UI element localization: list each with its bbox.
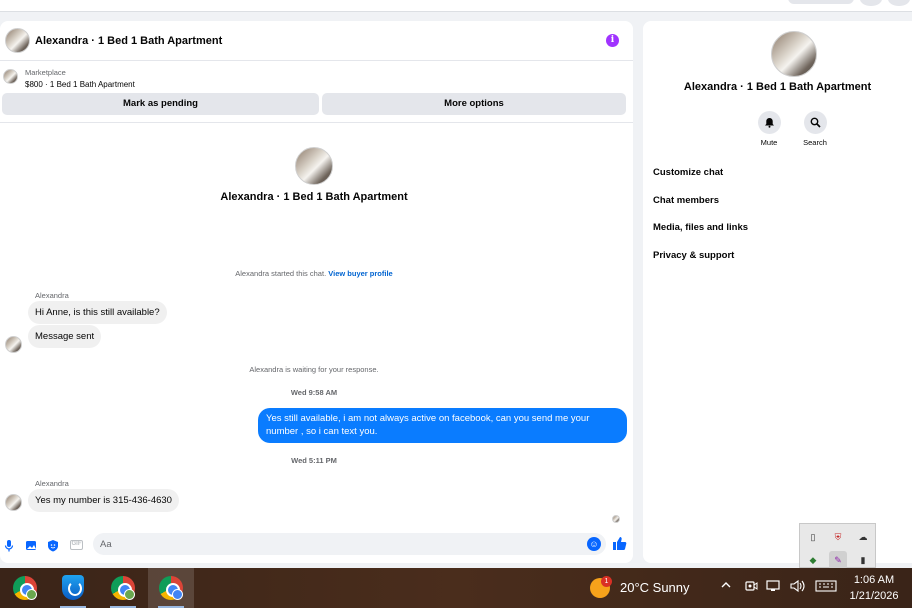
color-app-icon[interactable]: ◆ [804,551,822,569]
weather-text[interactable]: 20°C Sunny [620,580,690,595]
listing-description: $800 · 1 Bed 1 Bath Apartment [25,80,135,89]
outgoing-message[interactable]: Yes still available, i am not always act… [258,408,627,443]
top-circle-button[interactable] [888,0,910,6]
search-icon [803,111,827,134]
profile-avatar[interactable] [771,31,817,77]
emoji-icon[interactable]: ☺ [587,537,601,551]
intro-avatar [295,147,333,185]
chat-title[interactable]: Alexandra · 1 Bed 1 Bath Apartment [35,35,222,47]
chat-members-item[interactable]: Chat members [653,195,719,206]
incoming-message[interactable]: Message sent [28,325,102,348]
privacy-support-item[interactable]: Privacy & support [653,250,734,261]
photo-icon[interactable] [25,539,37,552]
microphone-icon[interactable] [3,539,15,552]
waiting-notice: Alexandra is waiting for your response. [249,365,379,374]
timestamp: Wed 9:58 AM [290,388,338,397]
taskbar-chrome[interactable] [2,568,48,608]
info-icon[interactable]: i [606,34,619,47]
message-input[interactable] [93,533,606,555]
browser-top-strip [0,0,912,12]
customize-chat-item[interactable]: Customize chat [653,167,723,178]
chevron-up-icon[interactable] [720,579,732,594]
divider [0,122,633,123]
listing-thumbnail [3,69,18,84]
chat-started-notice: Alexandra started this chat. View buyer … [0,269,628,278]
system-clock[interactable]: 1:06 AM 1/21/2026 [843,572,905,604]
chrome-icon [159,576,183,600]
cloud-off-icon[interactable]: ☁ [854,528,872,546]
mute-label: Mute [760,138,778,147]
seen-indicator-avatar [612,515,620,523]
sender-avatar[interactable] [5,494,22,511]
usb-icon[interactable]: ▯ [804,528,822,546]
volume-icon[interactable] [790,579,806,596]
clock-time: 1:06 AM [853,574,895,586]
media-files-links-item[interactable]: Media, files and links [653,222,748,233]
pen-icon[interactable]: ✎ [829,551,847,569]
system-tray-overflow: ▯ ⛨ ☁ ◆ ✎ ▮ [799,523,876,569]
chat-panel: Alexandra · 1 Bed 1 Bath Apartment i Mar… [0,21,633,563]
top-circle-button[interactable] [860,0,882,6]
weather-badge: 1 [601,576,612,587]
meet-icon[interactable] [744,579,758,596]
message-sender: Alexandra [35,291,69,300]
taskbar-chrome-profile[interactable] [100,568,146,608]
keyboard-icon[interactable] [815,579,837,596]
message-composer: GIF ☺ [0,531,633,561]
mute-button[interactable]: Mute [749,111,789,147]
chat-details-panel: Alexandra · 1 Bed 1 Bath Apartment Mute … [643,21,912,563]
top-pill-button[interactable] [788,0,854,4]
search-label: Search [803,138,827,147]
profile-title: Alexandra · 1 Bed 1 Bath Apartment [683,81,872,93]
taskbar: 1 20°C Sunny 1:06 AM 1/21/2026 [0,568,912,608]
incoming-message[interactable]: Yes my number is 315-436-4630 [28,489,179,512]
battery-icon[interactable]: ▮ [854,551,872,569]
thumbs-up-icon[interactable] [612,536,627,551]
incoming-message[interactable]: Hi Anne, is this still available? [28,301,167,324]
clock-date: 1/21/2026 [849,590,899,602]
timestamp: Wed 5:11 PM [291,456,337,465]
chrome-icon [111,576,135,600]
view-buyer-profile-link[interactable]: View buyer profile [328,269,392,278]
chat-header: Alexandra · 1 Bed 1 Bath Apartment i [0,21,633,61]
chat-started-text: Alexandra started this chat. [235,269,327,278]
listing-summary[interactable]: Marketplace $800 · 1 Bed 1 Bath Apartmen… [0,62,633,92]
more-options-button[interactable]: More options [322,93,626,115]
bell-icon [757,111,781,134]
security-shield-icon[interactable]: ⛨ [829,528,847,546]
network-icon[interactable] [766,579,782,596]
search-button[interactable]: Search [795,111,835,147]
gif-icon[interactable]: GIF [70,540,83,550]
taskbar-chrome-active[interactable] [148,568,194,608]
message-sender: Alexandra [35,479,69,488]
taskbar-defender[interactable] [50,568,96,608]
mark-as-pending-button[interactable]: Mark as pending [2,93,319,115]
sender-avatar[interactable] [5,336,22,353]
intro-title: Alexandra · 1 Bed 1 Bath Apartment [220,191,408,203]
chat-avatar[interactable] [5,28,30,53]
shield-app-icon [62,575,84,600]
chrome-icon [13,576,37,600]
sticker-icon[interactable] [47,539,59,552]
listing-source: Marketplace [25,68,66,77]
